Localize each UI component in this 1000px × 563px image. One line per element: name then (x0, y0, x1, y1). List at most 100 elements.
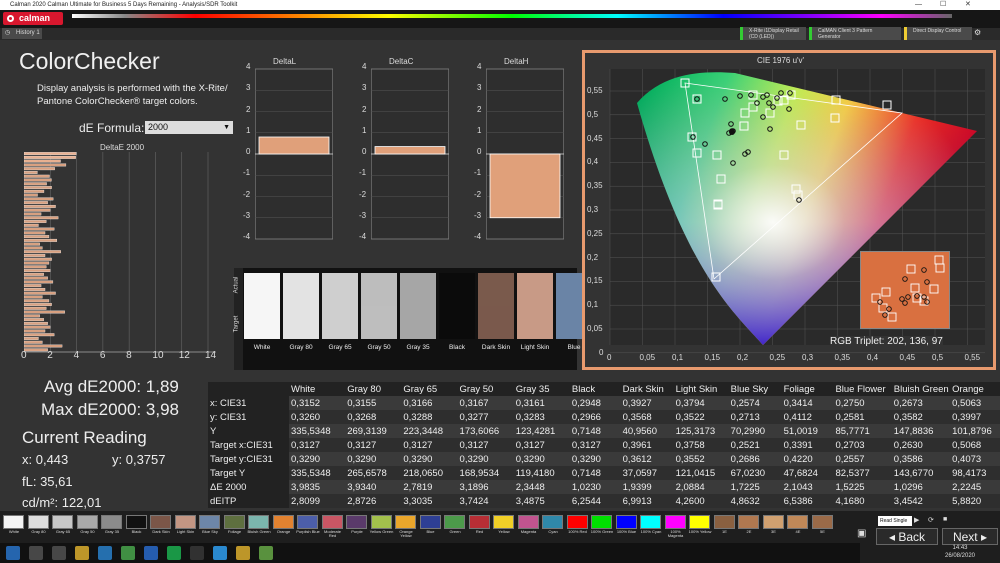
table-cell: 223,3448 (401, 424, 458, 438)
patch-button[interactable] (689, 515, 710, 529)
patch-button[interactable] (640, 515, 661, 529)
back-button[interactable]: ◂ Back (876, 528, 938, 545)
windows-start-icon[interactable] (6, 546, 20, 560)
device-meter[interactable]: X-Rite i1Display Retail (CD (LED)) (740, 27, 806, 40)
cie-x-tick: 0,15 (704, 353, 721, 362)
tab-history-1[interactable]: ◷ History 1 (2, 28, 42, 39)
device-pattern-generator[interactable]: CalMAN Client 3 Pattern Generator (809, 27, 901, 40)
read-mode-select[interactable]: Read Single (878, 516, 912, 526)
actual-label: Actual (233, 276, 240, 294)
table-cell: 0,2948 (569, 396, 621, 410)
patch-label: Gray 65 (55, 529, 71, 534)
patch-button[interactable] (101, 515, 122, 529)
patch-button[interactable] (3, 515, 24, 529)
patch-button[interactable] (542, 515, 563, 529)
cie-x-tick: 0 (607, 353, 612, 362)
patch-button[interactable] (174, 515, 196, 529)
patch-button[interactable] (615, 515, 637, 529)
patch-button[interactable] (787, 515, 808, 529)
edge-icon[interactable] (98, 546, 112, 560)
delta-bar (374, 146, 446, 155)
explorer-icon[interactable] (75, 546, 89, 560)
hist-bar (24, 171, 38, 174)
hist-bar (24, 242, 40, 246)
table-cell: 0,3290 (401, 452, 458, 466)
patch-button[interactable] (248, 515, 269, 529)
patch-label: Yellow (498, 529, 510, 534)
play-icon[interactable]: ▶ (914, 516, 919, 524)
patch-button[interactable] (76, 515, 98, 529)
next-button[interactable]: Next ▸ (942, 528, 998, 545)
de-formula-select[interactable]: 2000 ▼ (145, 121, 233, 134)
patch-button[interactable] (52, 515, 73, 529)
patch-button[interactable] (370, 515, 392, 529)
delta-y-tick: 4 (362, 62, 367, 71)
histogram-title: DeltaE 2000 (100, 143, 145, 152)
table-cell: 143,6770 (891, 466, 951, 480)
hist-bar (24, 178, 52, 182)
folder-icon[interactable] (236, 546, 250, 560)
inset-target-point (934, 255, 944, 265)
patch-button[interactable] (738, 515, 759, 529)
photoshop-icon[interactable] (213, 546, 227, 560)
table-header-cell: Gray 35 (513, 382, 570, 396)
swatch-target (322, 306, 358, 339)
patch-button[interactable] (468, 515, 490, 529)
table-cell: 123,4281 (513, 424, 570, 438)
patch-button[interactable] (566, 515, 588, 529)
delta-y-tick: -1 (243, 168, 251, 178)
patch-button[interactable] (762, 515, 784, 529)
patch-button[interactable] (321, 515, 343, 529)
spotify-icon[interactable] (167, 546, 181, 560)
patch-label: 100% Cyan (640, 529, 662, 534)
hist-x-tick: 14 (205, 350, 217, 361)
continuous-icon[interactable]: ⟳ (928, 516, 934, 524)
patch-button[interactable] (346, 515, 367, 529)
patch-button[interactable] (27, 515, 49, 529)
maximize-icon[interactable]: ☐ (940, 0, 946, 10)
current-fl: fL: 35,61 (22, 474, 73, 489)
patch-button[interactable] (517, 515, 539, 529)
current-y: y: 0,3757 (112, 452, 166, 467)
store-icon[interactable] (190, 546, 204, 560)
patch-button[interactable] (664, 515, 686, 529)
mail-icon[interactable] (144, 546, 158, 560)
table-cell: 335,5348 (289, 466, 346, 480)
calman-logo[interactable]: calman (3, 12, 63, 25)
stop-icon[interactable]: ■ (943, 516, 947, 523)
hist-bar (24, 238, 58, 242)
task-view-icon[interactable] (52, 546, 66, 560)
patch-label: Bluish Green (247, 529, 271, 534)
delta-y-tick: -3 (243, 210, 251, 220)
save-icon[interactable]: ▣ (857, 528, 866, 539)
patch-button[interactable] (125, 515, 147, 529)
patch-button[interactable] (493, 515, 514, 529)
close-icon[interactable]: ✕ (965, 0, 971, 10)
swatch-target (244, 306, 280, 339)
patch-button[interactable] (150, 515, 171, 529)
patch-button[interactable] (419, 515, 441, 529)
patch-button[interactable] (811, 515, 833, 529)
patch-button[interactable] (591, 515, 612, 529)
device-display-control[interactable]: Direct Display Control (904, 27, 972, 40)
patch-button[interactable] (395, 515, 416, 529)
hist-bar (24, 201, 48, 205)
table-cell: 37,0597 (620, 466, 674, 480)
delta-y-tick: -2 (243, 189, 251, 199)
patch-button[interactable] (297, 515, 318, 529)
gear-icon[interactable]: ⚙ (974, 28, 981, 37)
minimize-icon[interactable]: — (915, 0, 922, 10)
table-row: dEITP 2,8099 2,8726 3,3035 3,7424 3,4875 6,254… (208, 494, 1000, 508)
patch-button[interactable] (272, 515, 294, 529)
inset-measured-point (905, 294, 911, 300)
chrome-icon[interactable] (121, 546, 135, 560)
patch-button[interactable] (713, 515, 735, 529)
hist-bar (24, 306, 47, 310)
clock-date: 26/08/2020 (944, 553, 976, 559)
calman-app-icon[interactable] (259, 546, 273, 560)
patch-button[interactable] (444, 515, 465, 529)
patch-button[interactable] (223, 515, 245, 529)
table-cell: 2,8099 (289, 494, 346, 508)
search-icon[interactable] (29, 546, 43, 560)
patch-button[interactable] (199, 515, 220, 529)
